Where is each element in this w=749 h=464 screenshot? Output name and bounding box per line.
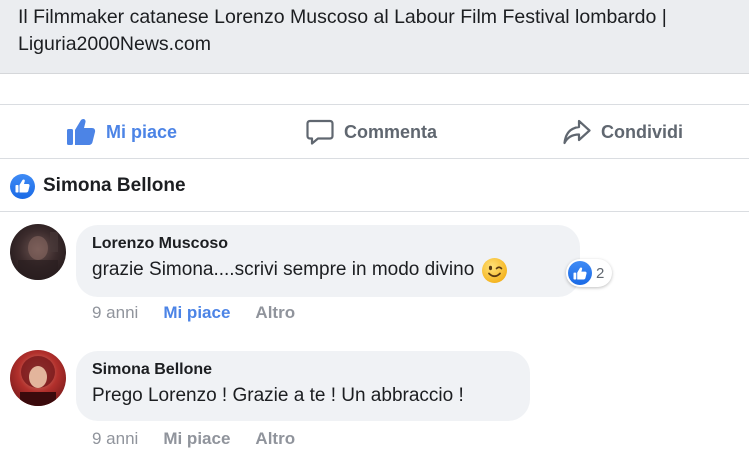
link-title[interactable]: Il Filmmaker catanese Lorenzo Muscoso al… <box>18 4 718 58</box>
share-arrow-icon <box>563 119 591 145</box>
comment-author[interactable]: Lorenzo Muscoso <box>92 233 564 255</box>
avatar[interactable] <box>10 350 66 406</box>
comment-button-label: Commenta <box>344 121 438 142</box>
comment-meta: 9 anni Mi piace Altro <box>92 303 295 323</box>
like-reaction-icon <box>568 261 592 285</box>
comment-author[interactable]: Simona Bellone <box>92 359 514 381</box>
liker-name[interactable]: Simona Bellone <box>43 175 186 197</box>
like-button[interactable]: Mi piace <box>66 115 177 149</box>
comment-more-button[interactable]: Altro <box>255 303 295 323</box>
divider-top <box>0 104 749 105</box>
comment-text: Prego Lorenzo ! Grazie a te ! Un abbracc… <box>92 381 514 411</box>
divider-actions <box>0 158 749 159</box>
comment-body: Prego Lorenzo ! Grazie a te ! Un abbracc… <box>92 385 464 406</box>
comment-icon <box>306 118 334 146</box>
comment-time[interactable]: 9 anni <box>92 303 138 323</box>
comment-bubble: Simona Bellone Prego Lorenzo ! Grazie a … <box>76 351 530 421</box>
comment-like-button[interactable]: Mi piace <box>163 303 230 323</box>
thumbs-up-icon <box>66 118 96 146</box>
comment-text: grazie Simona....scrivi sempre in modo d… <box>92 255 564 285</box>
comment-meta: 9 anni Mi piace Altro <box>92 429 295 449</box>
reaction-count: 2 <box>596 264 605 282</box>
comment-time[interactable]: 9 anni <box>92 429 138 449</box>
comment-button[interactable]: Commenta <box>306 115 437 149</box>
comment-more-button[interactable]: Altro <box>255 429 295 449</box>
reaction-summary[interactable]: 2 <box>566 259 613 287</box>
comment-body: grazie Simona....scrivi sempre in modo d… <box>92 259 475 280</box>
like-button-label: Mi piace <box>106 121 178 142</box>
divider-likers <box>0 211 749 212</box>
share-button-label: Condividi <box>601 121 683 142</box>
comment-like-button[interactable]: Mi piace <box>163 429 230 449</box>
likers-row[interactable]: Simona Bellone <box>10 172 186 200</box>
wink-emoji-icon <box>482 257 508 283</box>
share-button[interactable]: Condividi <box>563 115 683 149</box>
link-preview[interactable]: Il Filmmaker catanese Lorenzo Muscoso al… <box>0 0 749 74</box>
comment-bubble: Lorenzo Muscoso grazie Simona....scrivi … <box>76 225 580 297</box>
avatar[interactable] <box>10 224 66 280</box>
like-reaction-icon <box>10 173 35 199</box>
